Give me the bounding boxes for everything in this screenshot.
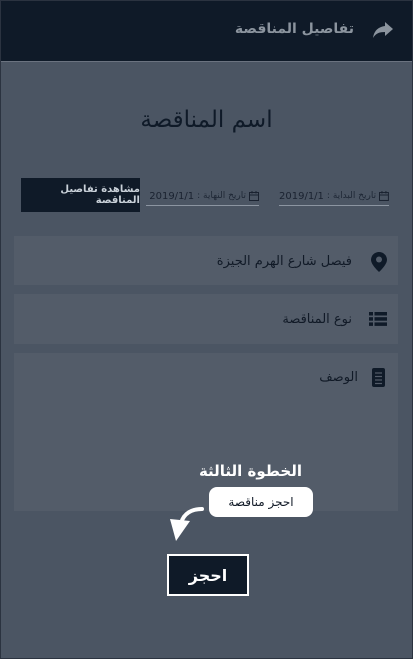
calendar-icon xyxy=(249,191,259,201)
tender-name: اسم المناقصة xyxy=(140,107,273,133)
description-text: الوصف xyxy=(319,370,358,385)
start-date-label: تاريخ البداية : xyxy=(326,191,377,201)
top-app-bar: تفاصيل المناقصة xyxy=(1,1,412,61)
tutorial-step-title: الخطوة الثالثة xyxy=(198,462,302,480)
location-text: فيصل شارع الهرم الجيزة xyxy=(216,254,352,269)
location-pin-icon xyxy=(371,252,387,272)
calendar-icon xyxy=(379,191,389,201)
book-button[interactable]: احجز xyxy=(167,554,249,596)
screen: تفاصيل المناقصة اسم المناقصة تاريخ البدا… xyxy=(0,0,413,659)
location-field: فيصل شارع الهرم الجيزة xyxy=(14,236,398,285)
curved-arrow-icon xyxy=(170,507,204,541)
end-date-label: تاريخ النهاية : xyxy=(197,191,246,201)
description-field: الوصف xyxy=(14,353,398,511)
end-date-field: تاريخ النهاية : 2019/1/1 xyxy=(146,187,259,206)
header-divider xyxy=(1,61,412,62)
tutorial-tooltip: احجز مناقصة xyxy=(209,487,313,517)
tender-type-field: نوع المناقصة xyxy=(14,294,398,344)
share-arrow-icon[interactable] xyxy=(372,20,394,40)
end-date-value: 2019/1/1 xyxy=(149,190,195,202)
list-icon xyxy=(369,312,387,326)
tender-type-text: نوع المناقصة xyxy=(282,312,352,327)
start-date-field: تاريخ البداية : 2019/1/1 xyxy=(279,187,389,206)
document-icon xyxy=(372,368,385,387)
page-title: تفاصيل المناقصة xyxy=(234,21,354,37)
start-date-value: 2019/1/1 xyxy=(279,190,324,202)
view-tender-details-button[interactable]: مشاهدة تفاصيل المناقصة xyxy=(21,178,140,212)
